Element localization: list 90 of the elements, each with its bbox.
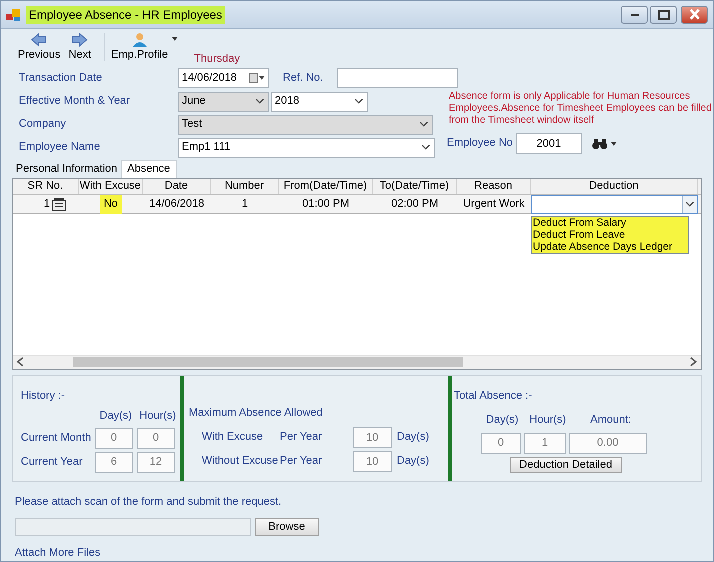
dropdown-caret-icon <box>172 37 178 41</box>
app-icon <box>6 8 22 22</box>
employee-name-combo[interactable]: Emp1 111 <box>178 138 435 158</box>
column-header: From(Date/Time) <box>279 179 373 194</box>
section-title: Maximum Absence Allowed <box>189 406 324 420</box>
field-label: Effective Month & Year <box>19 94 132 110</box>
unit-label: Day(s) <box>397 430 430 446</box>
calendar-icon <box>249 73 265 83</box>
column-label: Day(s) <box>485 413 520 428</box>
field-label: Company <box>19 117 68 132</box>
chevron-down-icon <box>686 202 694 207</box>
date-picker[interactable]: 14/06/2018 <box>178 68 269 88</box>
section-title: History :- <box>21 388 66 404</box>
table-cell-text: 14/06/2018 <box>148 196 206 212</box>
instruction-text: Please attach scan of the form and submit the request. <box>15 495 283 510</box>
form-icon <box>52 198 66 210</box>
maximize-button[interactable] <box>650 6 677 24</box>
dropdown-option[interactable]: Deduct From Salary <box>533 217 687 229</box>
day-label: Thursday <box>194 52 240 66</box>
unit-label: Day(s) <box>397 454 430 470</box>
left-arrow-icon <box>31 33 48 48</box>
close-button[interactable] <box>681 6 708 24</box>
section-title: Total Absence :- <box>454 388 534 404</box>
tab[interactable]: Absence <box>120 160 178 178</box>
row-label: With Excuse <box>201 430 264 446</box>
value-field[interactable]: 0 <box>95 428 133 448</box>
value-field[interactable]: 10 <box>353 451 392 472</box>
column-header: SR No. <box>13 179 79 194</box>
field-label: Ref. No. <box>283 70 324 86</box>
value-field[interactable]: 12 <box>137 452 175 472</box>
minimize-icon <box>630 14 638 16</box>
table-cell-text: 01:00 PM <box>301 196 351 212</box>
dropdown-option[interactable]: Deduct From Leave <box>533 229 687 241</box>
value-field[interactable]: 0 <box>137 428 175 448</box>
row-label: Current Year <box>21 454 84 470</box>
minimize-button[interactable] <box>621 6 648 24</box>
chevron-down-icon <box>256 99 264 104</box>
column-header: Date <box>143 179 211 194</box>
field-label: Employee Name <box>19 140 102 156</box>
row-label: Current Month <box>21 430 92 446</box>
row-label: Per Year <box>280 454 324 470</box>
value-field[interactable]: 1 <box>524 432 566 454</box>
column-header: Reason <box>457 179 531 194</box>
field-label: Transaction Date <box>19 70 104 86</box>
table-cell-text: 1 <box>42 196 52 212</box>
attach-more-files-link[interactable]: Attach More Files <box>15 544 101 561</box>
close-icon <box>690 9 700 20</box>
column-label: Hour(s) <box>528 413 568 428</box>
column-header: Number <box>211 179 279 194</box>
dropdown-option[interactable]: Update Absence Days Ledger <box>533 241 687 253</box>
deduction-detailed-button[interactable]: Deduction Detailed <box>510 456 622 472</box>
value-field[interactable]: 10 <box>353 427 392 448</box>
browse-button[interactable]: Browse <box>255 518 319 536</box>
table-cell-text: 1 <box>240 196 250 212</box>
row-label: Without Excuse <box>201 454 280 470</box>
employee-number-field[interactable]: 2001 <box>516 133 582 154</box>
column-header: To(Date/Time) <box>373 179 457 194</box>
column-label: Hour(s) <box>138 409 178 424</box>
toolbar-button[interactable]: Previous <box>15 33 64 61</box>
horizontal-scrollbar[interactable] <box>13 354 701 368</box>
chevron-down-icon <box>422 145 430 150</box>
row-label: Per Year <box>280 430 324 446</box>
dropdown-caret-icon <box>611 142 617 146</box>
deduction-combo[interactable] <box>531 195 698 214</box>
value-field[interactable]: 6 <box>95 452 133 472</box>
window-title: Employee Absence - HR Employees <box>26 6 226 24</box>
table-cell-text: Urgent Work <box>462 196 526 212</box>
toolbar-button[interactable]: Emp.Profile <box>104 33 172 61</box>
value-field[interactable]: 0.00 <box>569 432 647 454</box>
maximize-icon <box>658 10 670 20</box>
ref-number-field[interactable] <box>337 68 458 88</box>
chevron-down-icon <box>420 122 428 127</box>
value-field[interactable]: 0 <box>481 432 521 454</box>
file-path-field[interactable] <box>15 518 251 536</box>
month-combo[interactable]: June <box>178 92 269 112</box>
year-combo[interactable]: 2018 <box>271 92 368 112</box>
table-cell-text: 02:00 PM <box>390 196 440 212</box>
column-label: Amount: <box>590 413 632 428</box>
notice-text: Absence form is only Applicable for Human Resources Employees.Absence for Timesheet Employees can be filled from the Timesheet window itself <box>448 91 713 127</box>
right-arrow-icon <box>72 33 88 48</box>
toolbar-button[interactable]: Next <box>66 33 94 61</box>
field-label: Employee No <box>447 136 514 152</box>
chevron-down-icon <box>355 99 363 104</box>
binoculars-icon <box>592 138 608 150</box>
column-label: Day(s) <box>98 409 134 424</box>
column-header: With Excuse <box>79 179 143 194</box>
table-cell: No <box>100 194 122 214</box>
column-header: Deduction <box>531 179 698 194</box>
person-icon <box>132 33 148 48</box>
tab[interactable]: Personal Information <box>13 161 120 178</box>
